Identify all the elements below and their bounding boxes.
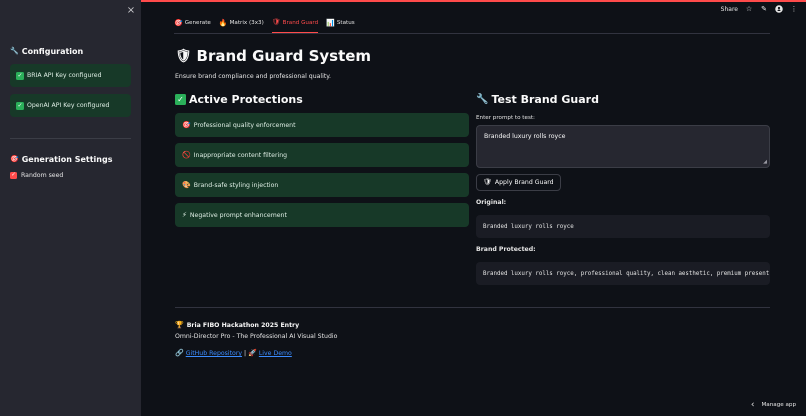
link-icon: 🔗 [175,349,184,357]
config-heading: 🔧 Configuration [10,47,84,56]
manage-app-button[interactable]: ‹ Manage app [751,400,796,410]
sidebar: × 🔧 Configuration ✓ BRIA API Key configu… [0,0,141,416]
tab-bar: 🎯 Generate 🔥 Matrix (3x3) 🛡 Brand Guard … [174,17,355,33]
check-icon: ✓ [16,71,24,80]
prompt-label: Enter prompt to test: [476,115,535,121]
protection-item: ⚡ Negative prompt enhancement [175,203,469,227]
tab-generate[interactable]: 🎯 Generate [174,17,211,33]
edit-icon[interactable]: ✎ [760,5,768,13]
test-brand-guard-heading: 🔧 Test Brand Guard [476,93,599,106]
bria-key-status: ✓ BRIA API Key configured [10,64,131,87]
github-repository-link[interactable]: GitHub Repository [186,350,242,357]
protected-code-block[interactable]: Branded luxury rolls royce, professional… [476,262,770,285]
hackathon-entry: 🏆 Bria FIBO Hackathon 2025 Entry [175,321,300,330]
check-icon: ✓ [16,101,24,110]
close-sidebar-button[interactable]: × [126,6,136,16]
random-seed-checkbox[interactable]: ✓ Random seed [10,172,63,179]
tab-brand-guard[interactable]: 🛡 Brand Guard [271,17,319,33]
link-separator: | [244,350,247,357]
rocket-icon: 🚀 [248,349,257,357]
shield-icon: 🛡 [483,178,492,186]
prohibited-icon: 🚫 [182,150,191,159]
star-icon[interactable]: ☆ [745,5,753,13]
chart-icon: 📊 [326,18,335,27]
page-title: 🛡 Brand Guard System [175,47,372,65]
page-subtitle: Ensure brand compliance and professional… [175,73,332,80]
apply-brand-guard-button[interactable]: 🛡 Apply Brand Guard [476,174,561,191]
target-icon: 🎯 [10,155,19,163]
app-toolbar: Share ☆ ✎ ⋮ [721,5,798,13]
protection-item: 🎨 Brand-safe styling injection [175,173,469,197]
tagline: Omni-Director Pro - The Professional AI … [175,333,338,340]
target-icon: 🎯 [174,18,183,27]
wrench-icon: 🔧 [10,47,19,55]
tab-status[interactable]: 📊 Status [326,17,355,33]
original-code-block: Branded luxury rolls royce [476,215,770,238]
resize-handle-icon[interactable]: ◢ [763,159,767,165]
main-menu-icon[interactable]: ⋮ [790,5,798,13]
openai-key-status: ✓ OpenAI API Key configured [10,94,131,117]
shield-icon: 🛡 [271,18,281,26]
generation-settings-heading: 🎯 Generation Settings [10,155,113,164]
protection-item: 🎯 Professional quality enforcement [175,113,469,137]
protection-item: 🚫 Inappropriate content filtering [175,143,469,167]
footer-divider [175,307,770,308]
prompt-textarea[interactable]: Branded luxury rolls royce ◢ [476,125,770,168]
trophy-icon: 🏆 [175,321,184,329]
fire-icon: 🔥 [218,18,228,27]
chevron-left-icon: ‹ [750,400,755,410]
tab-matrix[interactable]: 🔥 Matrix (3x3) [219,17,264,33]
sidebar-divider [10,138,131,139]
share-button[interactable]: Share [721,6,738,13]
tabs-underline [174,33,770,34]
github-icon[interactable] [775,5,783,13]
wrench-icon: 🔧 [476,93,489,105]
checkbox-checked-icon[interactable]: ✓ [10,172,17,179]
shield-icon: 🛡 [175,48,192,64]
palette-icon: 🎨 [182,180,191,189]
original-label: Original: [476,199,507,206]
target-icon: 🎯 [182,120,191,129]
live-demo-link[interactable]: Live Demo [259,350,292,357]
lightning-icon: ⚡ [182,210,187,219]
active-protections-heading: ✓ Active Protections [175,93,303,106]
footer-links: 🔗 GitHub Repository | 🚀 Live Demo [175,349,292,358]
brand-protected-label: Brand Protected: [476,246,536,253]
check-icon: ✓ [175,94,186,105]
